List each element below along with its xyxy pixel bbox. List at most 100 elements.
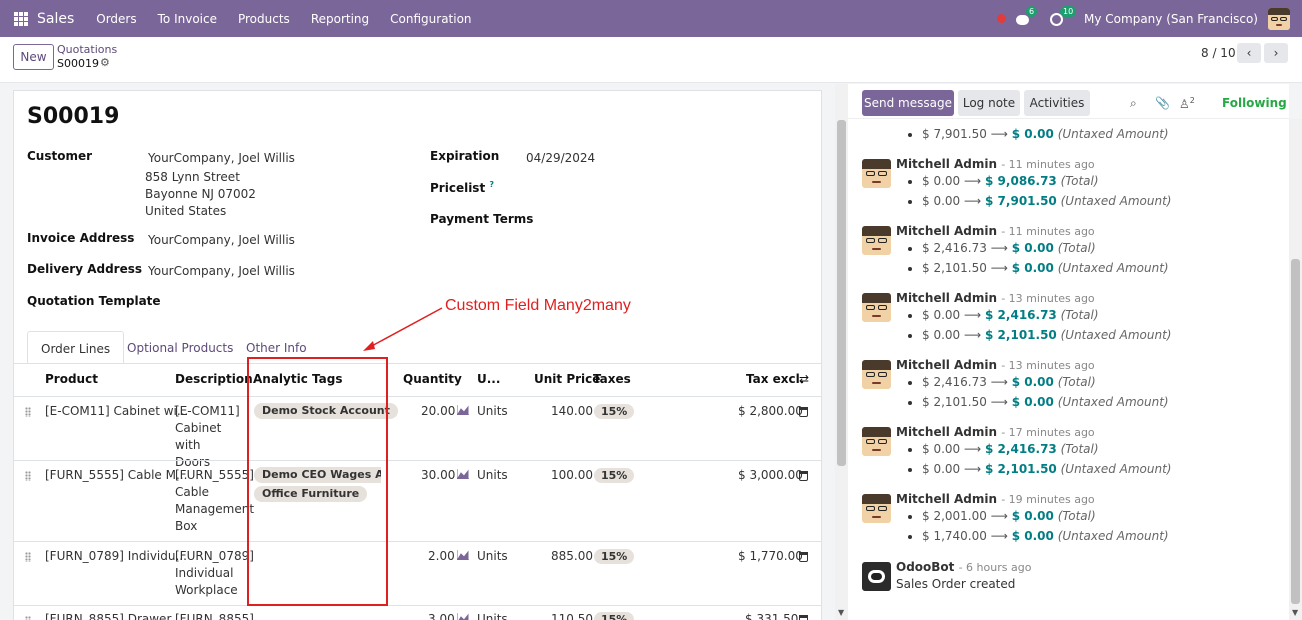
activities-button[interactable]: Activities: [1024, 90, 1090, 116]
col-tax-excl[interactable]: Tax excl.: [746, 372, 804, 386]
author-avatar[interactable]: [862, 494, 891, 523]
forecast-chart-icon[interactable]: [457, 405, 469, 415]
tab-order-lines[interactable]: Order Lines: [27, 331, 125, 364]
user-avatar[interactable]: [1268, 7, 1290, 30]
author-avatar[interactable]: [862, 226, 891, 255]
gear-icon[interactable]: ⚙: [100, 56, 110, 69]
menu-reporting[interactable]: Reporting: [311, 12, 369, 26]
following-button[interactable]: Following: [1222, 96, 1287, 110]
row-description[interactable]: [FURN_5555] Cable Management Box: [175, 467, 254, 535]
author-avatar[interactable]: [862, 360, 891, 389]
col-unit-price[interactable]: Unit Price: [534, 372, 600, 386]
row-product[interactable]: [E-COM11] Cabinet wi...: [45, 404, 188, 418]
trash-icon[interactable]: [799, 471, 808, 481]
row-unit-price[interactable]: 140.00: [551, 404, 593, 418]
message-author[interactable]: Mitchell Admin - 11 minutes ago: [896, 157, 1095, 171]
optional-columns-icon[interactable]: ⇄: [799, 372, 809, 386]
log-note-button[interactable]: Log note: [958, 90, 1020, 116]
form-scrollbar-thumb[interactable]: [837, 120, 846, 466]
tax-tag[interactable]: 15%: [594, 468, 635, 483]
author-avatar[interactable]: [862, 159, 891, 188]
row-uom[interactable]: Units: [477, 404, 508, 418]
invoice-address-field[interactable]: YourCompany, Joel Willis: [148, 233, 295, 247]
paperclip-icon[interactable]: 📎: [1155, 96, 1170, 110]
form-scrollbar[interactable]: ▼: [835, 84, 848, 620]
forecast-chart-icon[interactable]: [457, 613, 469, 620]
tax-tag[interactable]: 15%: [594, 549, 635, 564]
menu-orders[interactable]: Orders: [96, 12, 136, 26]
row-quantity[interactable]: 3.00: [428, 612, 455, 620]
col-product[interactable]: Product: [45, 372, 98, 386]
row-description[interactable]: [FURN_8855]: [175, 612, 254, 620]
col-quantity[interactable]: Quantity: [403, 372, 462, 386]
trash-icon[interactable]: [799, 615, 808, 620]
scroll-down-arrow-icon[interactable]: ▼: [1292, 608, 1298, 617]
drag-handle-icon[interactable]: [25, 407, 31, 417]
app-brand[interactable]: Sales: [37, 11, 74, 27]
row-unit-price[interactable]: 100.00: [551, 468, 593, 482]
forecast-chart-icon[interactable]: [457, 469, 469, 479]
row-product[interactable]: [FURN_5555] Cable M...: [45, 468, 187, 482]
odoobot-avatar[interactable]: [862, 562, 891, 591]
row-uom[interactable]: Units: [477, 612, 508, 620]
pager-previous-button[interactable]: ‹: [1237, 43, 1261, 63]
chatter-scrollbar[interactable]: ▼: [1289, 119, 1302, 620]
drag-handle-icon[interactable]: [25, 471, 31, 481]
tab-optional-products[interactable]: Optional Products: [114, 331, 246, 364]
send-message-button[interactable]: Send message: [862, 90, 954, 116]
tax-tag[interactable]: 15%: [594, 404, 635, 419]
drag-handle-icon[interactable]: [25, 552, 31, 562]
apps-grid-icon[interactable]: [14, 11, 28, 26]
bullet-dot: [908, 333, 912, 338]
author-avatar[interactable]: [862, 427, 891, 456]
row-product[interactable]: [FURN_8855] Drawer...: [45, 612, 182, 620]
row-quantity[interactable]: 2.00: [428, 549, 455, 563]
customer-name[interactable]: YourCompany, Joel Willis: [148, 151, 295, 165]
search-icon[interactable]: ⌕: [1130, 96, 1137, 111]
row-unit-price[interactable]: 110.50: [551, 612, 593, 620]
pager-next-button[interactable]: ›: [1264, 43, 1288, 63]
activities-clock-icon[interactable]: 10: [1050, 5, 1077, 26]
message-author[interactable]: Mitchell Admin - 13 minutes ago: [896, 358, 1095, 372]
pager-value[interactable]: 8 / 10: [1201, 46, 1236, 60]
forecast-chart-icon[interactable]: [457, 550, 469, 560]
menu-products[interactable]: Products: [238, 12, 290, 26]
messages-icon[interactable]: 6: [1016, 5, 1038, 26]
trash-icon[interactable]: [799, 407, 808, 417]
row-uom[interactable]: Units: [477, 549, 508, 563]
breadcrumb-parent[interactable]: Quotations: [57, 43, 117, 56]
row-unit-price[interactable]: 885.00: [551, 549, 593, 563]
tracking-field-name: (Untaxed Amount): [1057, 127, 1169, 141]
scroll-down-arrow-icon[interactable]: ▼: [838, 608, 844, 617]
col-description[interactable]: Description: [175, 372, 253, 386]
message-author[interactable]: Mitchell Admin - 19 minutes ago: [896, 492, 1095, 506]
annotation-highlight-box: [247, 357, 388, 606]
new-button[interactable]: New: [13, 44, 54, 70]
message-author[interactable]: Mitchell Admin - 17 minutes ago: [896, 425, 1095, 439]
message-author[interactable]: Mitchell Admin - 11 minutes ago: [896, 224, 1095, 238]
tax-tag[interactable]: 15%: [594, 612, 635, 620]
expiration-field[interactable]: 04/29/2024: [526, 151, 595, 165]
tracking-field-name: (Untaxed Amount): [1060, 328, 1172, 342]
arrow-right-icon: ⟶: [990, 529, 1012, 543]
col-taxes[interactable]: Taxes: [593, 372, 631, 386]
trash-icon[interactable]: [799, 552, 808, 562]
message-author[interactable]: OdooBot - 6 hours ago: [896, 560, 1031, 574]
followers-icon[interactable]: ♙2: [1179, 96, 1195, 111]
message-author[interactable]: Mitchell Admin - 13 minutes ago: [896, 291, 1095, 305]
chatter-scrollbar-thumb[interactable]: [1291, 259, 1300, 604]
row-product[interactable]: [FURN_0789] Individu...: [45, 549, 187, 563]
row-quantity[interactable]: 20.00: [421, 404, 455, 418]
pricelist-help-icon[interactable]: ?: [489, 180, 494, 189]
menu-configuration[interactable]: Configuration: [390, 12, 471, 26]
col-uom[interactable]: U...: [477, 372, 500, 386]
row-quantity[interactable]: 30.00: [421, 468, 455, 482]
drag-handle-icon[interactable]: [25, 616, 31, 620]
company-switcher[interactable]: My Company (San Francisco): [1084, 12, 1258, 26]
row-uom[interactable]: Units: [477, 468, 508, 482]
menu-to-invoice[interactable]: To Invoice: [158, 12, 217, 26]
row-description[interactable]: [FURN_0789] Individual Workplace: [175, 548, 254, 599]
recording-dot-icon[interactable]: [997, 14, 1007, 23]
author-avatar[interactable]: [862, 293, 891, 322]
delivery-address-field[interactable]: YourCompany, Joel Willis: [148, 264, 295, 278]
